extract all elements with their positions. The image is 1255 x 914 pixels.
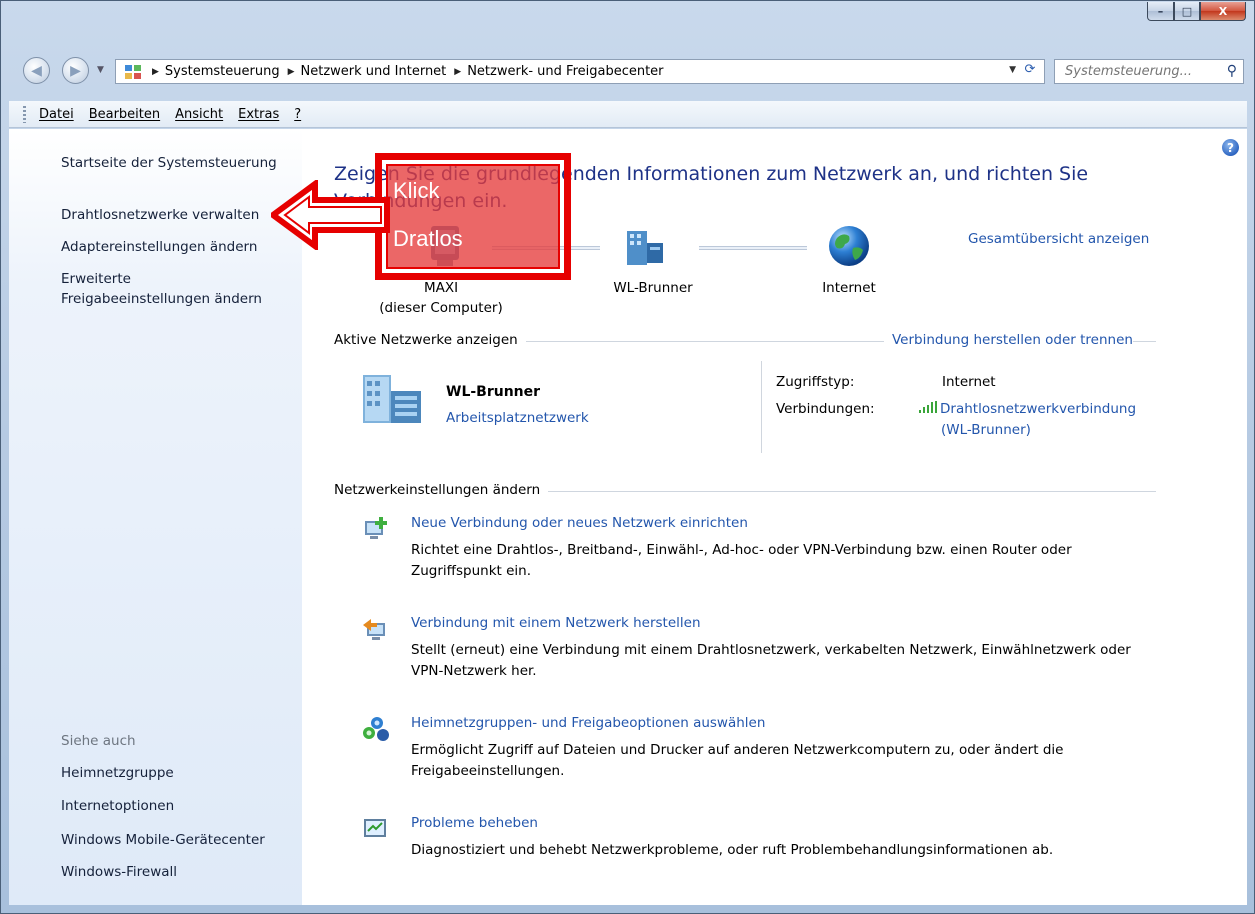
access-type-value: Internet bbox=[942, 374, 996, 390]
back-arrow-icon: ◀ bbox=[31, 62, 42, 79]
menu-view[interactable]: Ansicht bbox=[175, 107, 223, 122]
search-box[interactable]: ⚲ bbox=[1054, 59, 1244, 84]
see-also-mobile-center[interactable]: Windows Mobile-Gerätecenter bbox=[61, 830, 265, 850]
title-bar: – □ X bbox=[1, 1, 1254, 51]
task-description: Richtet eine Drahtlos-, Breitband-, Einw… bbox=[411, 542, 1072, 579]
new-connection-icon bbox=[361, 515, 391, 545]
see-also-heading: Siehe auch bbox=[61, 733, 136, 749]
connect-network-icon bbox=[361, 615, 391, 645]
task-link[interactable]: Verbindung mit einem Netzwerk herstellen bbox=[411, 615, 701, 631]
sidebar-item-control-panel-home[interactable]: Startseite der Systemsteuerung bbox=[61, 153, 277, 173]
menu-bar: Datei Bearbeiten Ansicht Extras ? bbox=[9, 101, 1247, 128]
full-map-link[interactable]: Gesamtübersicht anzeigen bbox=[968, 231, 1149, 247]
menu-help[interactable]: ? bbox=[294, 107, 301, 122]
change-settings-heading: Netzwerkeinstellungen ändern bbox=[334, 482, 549, 498]
see-also-internet-options[interactable]: Internetoptionen bbox=[61, 796, 174, 816]
see-also-firewall[interactable]: Windows-Firewall bbox=[61, 862, 177, 882]
maximize-button[interactable]: □ bbox=[1174, 2, 1200, 21]
navigation-row: ◀ ▶ ▼ ▶ Systemsteuerung ▶ Netzwerk und Int… bbox=[1, 51, 1254, 91]
breadcrumb-item[interactable]: ▶ Netzwerk- und Freigabecenter bbox=[446, 64, 663, 79]
breadcrumb-item[interactable]: ▶ Netzwerk und Internet bbox=[280, 64, 447, 79]
recent-pages-dropdown[interactable]: ▼ bbox=[97, 65, 104, 75]
task-new-connection: Neue Verbindung oder neues Netzwerk einr… bbox=[361, 515, 1161, 585]
task-link[interactable]: Heimnetzgruppen- und Freigabeoptionen au… bbox=[411, 715, 765, 731]
map-computer-label: MAXI (dieser Computer) bbox=[379, 280, 503, 316]
task-homegroup: Heimnetzgruppen- und Freigabeoptionen au… bbox=[361, 715, 1161, 785]
left-navigation-pane: Startseite der Systemsteuerung Drahtlosn… bbox=[9, 129, 302, 905]
help-icon[interactable]: ? bbox=[1222, 139, 1239, 156]
troubleshoot-icon bbox=[361, 815, 391, 845]
forward-button[interactable]: ▶ bbox=[62, 57, 89, 84]
map-connector bbox=[699, 246, 807, 250]
map-network-label: WL-Brunner bbox=[613, 280, 693, 296]
tutorial-annotation-box bbox=[375, 153, 571, 280]
minimize-button[interactable]: – bbox=[1147, 2, 1174, 21]
forward-arrow-icon: ▶ bbox=[70, 62, 81, 79]
annotation-text-line2: Dratlos bbox=[393, 226, 463, 251]
network-building-icon bbox=[361, 369, 427, 429]
map-internet-label: Internet bbox=[822, 280, 876, 296]
globe-icon bbox=[827, 224, 871, 272]
active-networks-heading: Aktive Netzwerke anzeigen bbox=[334, 332, 526, 348]
sidebar-item-manage-wireless[interactable]: Drahtlosnetzwerke verwalten bbox=[61, 205, 259, 225]
annotation-text-line1: Klick bbox=[393, 178, 440, 203]
content-area: Startseite der Systemsteuerung Drahtlosn… bbox=[9, 129, 1247, 905]
task-description: Stellt (erneut) eine Verbindung mit eine… bbox=[411, 642, 1131, 679]
menu-file[interactable]: Datei bbox=[39, 107, 74, 122]
menu-edit[interactable]: Bearbeiten bbox=[89, 107, 160, 122]
task-troubleshoot: Probleme beheben Diagnostiziert und behe… bbox=[361, 815, 1161, 865]
task-description: Ermöglicht Zugriff auf Dateien und Druck… bbox=[411, 742, 1064, 779]
explorer-window: – □ X ◀ ▶ ▼ ▶ Systemsteuerung ▶ Netzwerk u… bbox=[0, 0, 1255, 914]
menu-tools[interactable]: Extras bbox=[238, 107, 279, 122]
task-connect-network: Verbindung mit einem Netzwerk herstellen… bbox=[361, 615, 1161, 685]
breadcrumb-item[interactable]: ▶ Systemsteuerung bbox=[144, 64, 280, 79]
back-button[interactable]: ◀ bbox=[23, 57, 50, 84]
sidebar-item-advanced-sharing-line1[interactable]: Erweiterte bbox=[61, 269, 131, 289]
task-link[interactable]: Neue Verbindung oder neues Netzwerk einr… bbox=[411, 515, 748, 531]
search-icon[interactable]: ⚲ bbox=[1227, 63, 1237, 79]
address-bar[interactable]: ▶ Systemsteuerung ▶ Netzwerk und Internet … bbox=[115, 59, 1045, 84]
active-network-name: WL-Brunner bbox=[446, 384, 541, 400]
sidebar-item-advanced-sharing-line2[interactable]: Freigabeeinstellungen ändern bbox=[61, 289, 262, 309]
homegroup-icon bbox=[361, 715, 391, 745]
signal-strength-icon bbox=[919, 401, 937, 413]
refresh-icon[interactable]: ⟳ bbox=[1020, 62, 1040, 81]
network-category-link[interactable]: Arbeitsplatznetzwerk bbox=[446, 410, 589, 426]
control-panel-icon bbox=[122, 63, 144, 81]
annotation-arrow-icon bbox=[271, 180, 390, 250]
search-input[interactable] bbox=[1065, 64, 1215, 79]
task-description: Diagnostiziert und behebt Netzwerkproble… bbox=[411, 842, 1054, 858]
task-link[interactable]: Probleme beheben bbox=[411, 815, 538, 831]
connect-disconnect-link[interactable]: Verbindung herstellen oder trennen bbox=[884, 332, 1133, 348]
sidebar-item-adapter-settings[interactable]: Adaptereinstellungen ändern bbox=[61, 237, 257, 257]
network-details-divider bbox=[761, 361, 762, 453]
access-type-label: Zugriffstyp: bbox=[776, 374, 855, 390]
close-button[interactable]: X bbox=[1200, 2, 1246, 21]
wireless-connection-link[interactable]: Drahtlosnetzwerkverbindung (WL-Brunner) bbox=[919, 399, 1136, 441]
see-also-homegroup[interactable]: Heimnetzgruppe bbox=[61, 763, 174, 783]
address-dropdown-icon[interactable]: ▼ bbox=[1009, 65, 1016, 75]
router-icon bbox=[624, 229, 666, 271]
menu-grip bbox=[23, 106, 26, 123]
connections-label: Verbindungen: bbox=[776, 401, 875, 417]
